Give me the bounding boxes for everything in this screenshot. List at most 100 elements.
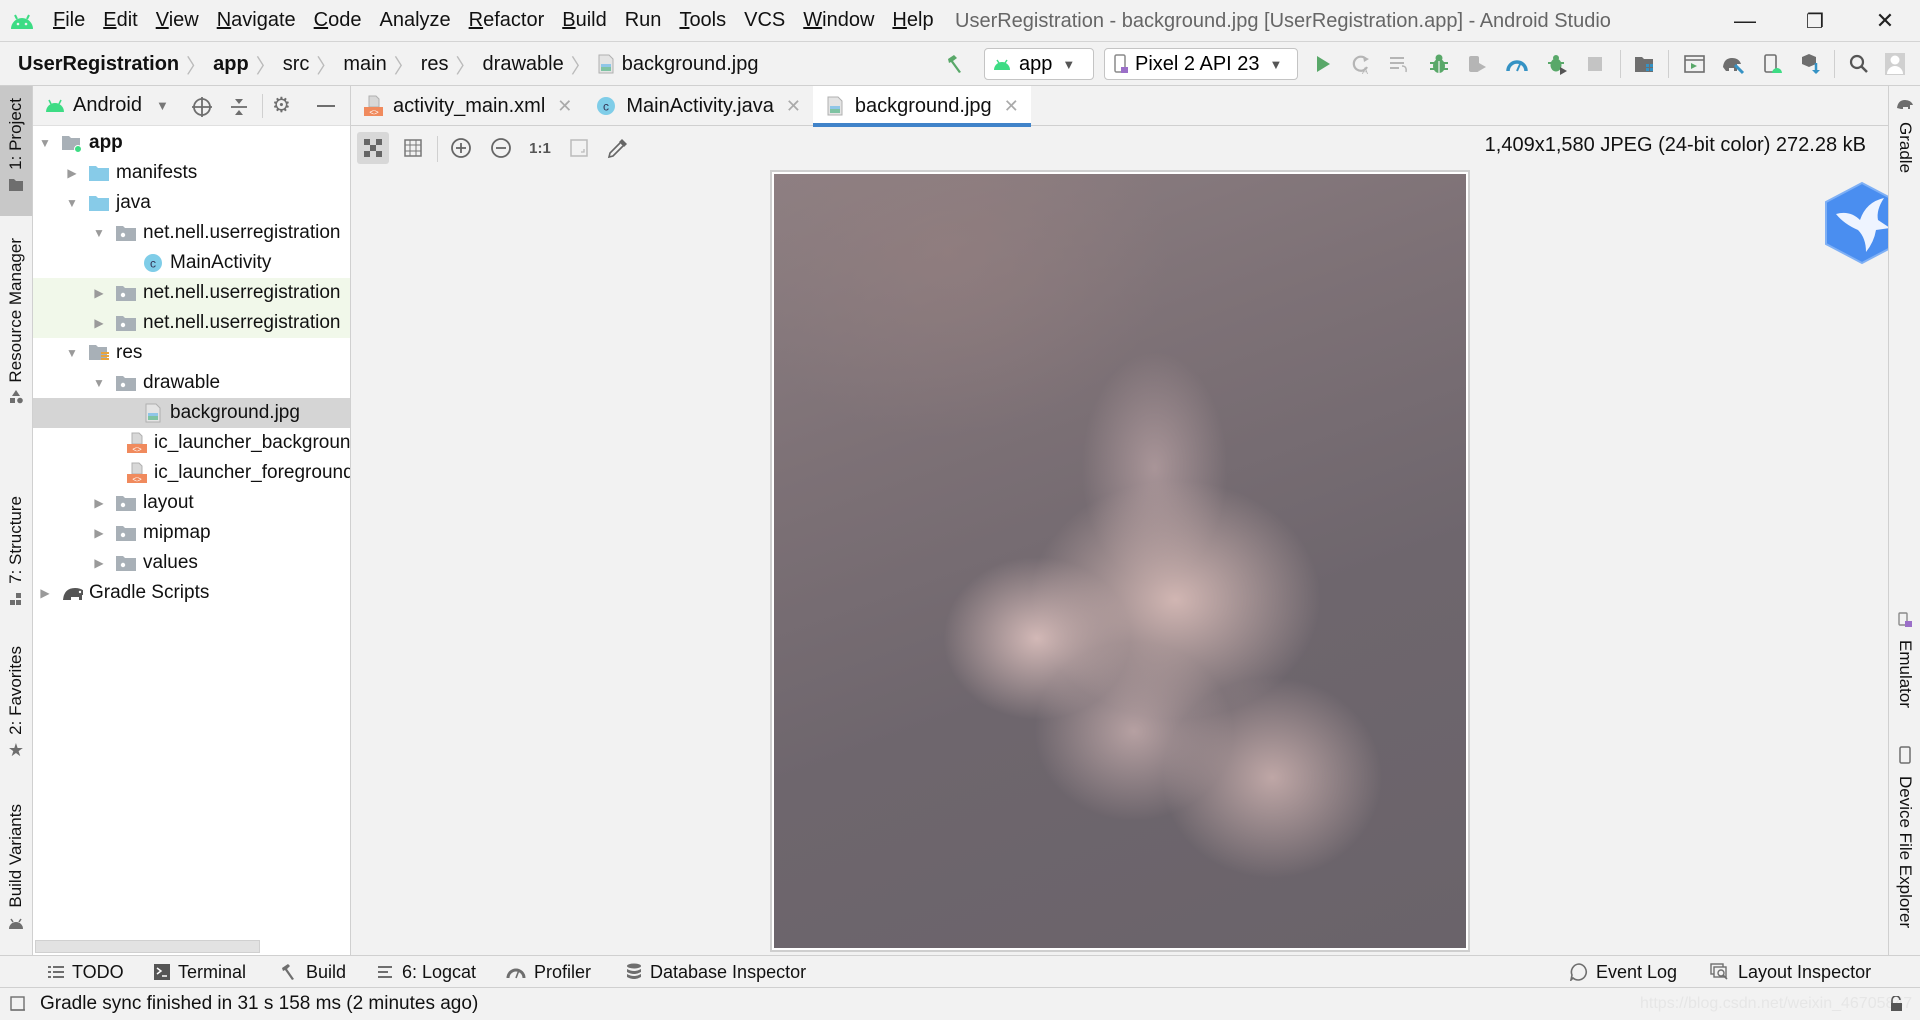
emulator-tool-tab[interactable]: Emulator: [1889, 612, 1920, 712]
make-project-hammer-icon[interactable]: [942, 51, 968, 77]
profile-icon[interactable]: [1504, 51, 1530, 77]
tree-item[interactable]: ▼ res: [33, 338, 350, 368]
user-avatar-icon[interactable]: [1882, 51, 1908, 77]
resource-download-icon[interactable]: [1798, 51, 1824, 77]
menu-build[interactable]: Build: [553, 9, 615, 32]
expand-arrow-down-icon[interactable]: ▼: [91, 376, 107, 390]
todo-tool-button[interactable]: TODO: [48, 956, 124, 988]
editor-tab[interactable]: <> activity_main.xml ✕: [351, 86, 584, 126]
expand-arrow-right-icon[interactable]: ▶: [91, 526, 107, 540]
avd-manager-icon[interactable]: [1682, 51, 1708, 77]
tree-item[interactable]: ▶ mipmap: [33, 518, 350, 548]
sdk-manager-icon[interactable]: [1760, 51, 1786, 77]
chevron-down-icon[interactable]: ▼: [156, 98, 169, 113]
editor-tab[interactable]: c MainActivity.java ✕: [584, 86, 813, 126]
close-tab-icon[interactable]: ✕: [786, 96, 801, 117]
device-dropdown[interactable]: Pixel 2 API 23 ▼: [1104, 48, 1298, 80]
grid-icon[interactable]: [397, 132, 429, 164]
favorites-tool-tab[interactable]: 2: Favorites ★: [0, 646, 32, 766]
tree-item[interactable]: ▶ manifests: [33, 158, 350, 188]
breadcrumb-src[interactable]: src: [283, 53, 310, 76]
tree-item[interactable]: ▼ app: [33, 128, 350, 158]
collapse-all-icon[interactable]: [229, 96, 249, 124]
terminal-tool-button[interactable]: Terminal: [154, 956, 246, 988]
layout-inspector-tool-button[interactable]: Layout Inspector: [1710, 956, 1871, 988]
menu-help[interactable]: Help: [883, 9, 942, 32]
breadcrumb-file[interactable]: background.jpg: [622, 53, 759, 76]
build-variants-tool-tab[interactable]: Build Variants: [0, 804, 32, 954]
tree-item[interactable]: ▶ Gradle Scripts: [33, 578, 350, 608]
lock-icon[interactable]: [1888, 995, 1904, 1018]
breadcrumb-res[interactable]: res: [421, 53, 449, 76]
project-tool-tab[interactable]: 1: Project: [0, 86, 32, 216]
fit-zoom-icon[interactable]: [563, 132, 595, 164]
tree-item[interactable]: ▶ layout: [33, 488, 350, 518]
profiler-tool-button[interactable]: Profiler: [506, 956, 591, 988]
tree-item[interactable]: ▼ java: [33, 188, 350, 218]
apply-code-changes-icon[interactable]: [1386, 51, 1412, 77]
color-picker-icon[interactable]: [602, 132, 634, 164]
gradle-tool-tab[interactable]: Gradle: [1889, 94, 1920, 194]
run-icon[interactable]: [1310, 51, 1336, 77]
stop-icon[interactable]: [1582, 51, 1608, 77]
menu-refactor[interactable]: Refactor: [460, 9, 554, 32]
menu-tools[interactable]: Tools: [670, 9, 735, 32]
breadcrumb-drawable[interactable]: drawable: [483, 53, 564, 76]
breadcrumb-module[interactable]: app: [213, 53, 249, 76]
expand-arrow-right-icon[interactable]: ▶: [91, 496, 107, 510]
device-file-explorer-tool-tab[interactable]: Device File Explorer: [1889, 746, 1920, 946]
debug-icon[interactable]: [1426, 51, 1452, 77]
expand-arrow-right-icon[interactable]: ▶: [91, 286, 107, 300]
menu-view[interactable]: View: [147, 9, 208, 32]
locate-file-icon[interactable]: [191, 96, 213, 124]
tree-item[interactable]: <> ic_launcher_foreground.xml: [33, 458, 350, 488]
database-inspector-tool-button[interactable]: Database Inspector: [626, 956, 806, 988]
expand-arrow-right-icon[interactable]: ▶: [37, 586, 53, 600]
toggle-tool-windows-icon[interactable]: [10, 996, 26, 1018]
image-preview[interactable]: [774, 174, 1466, 948]
zoom-out-icon[interactable]: [485, 132, 517, 164]
close-window-button[interactable]: ✕: [1850, 0, 1920, 42]
expand-arrow-down-icon[interactable]: ▼: [91, 226, 107, 240]
zoom-in-icon[interactable]: [445, 132, 477, 164]
project-structure-icon[interactable]: [1632, 51, 1658, 77]
editor-tab[interactable]: background.jpg ✕: [812, 86, 1031, 127]
expand-arrow-right-icon[interactable]: ▶: [91, 316, 107, 330]
search-icon[interactable]: [1846, 51, 1872, 77]
tree-item[interactable]: c MainActivity: [33, 248, 350, 278]
chessboard-background-icon[interactable]: [357, 132, 389, 164]
breadcrumb-main[interactable]: main: [343, 53, 386, 76]
hide-panel-icon[interactable]: [317, 105, 335, 107]
menu-file[interactable]: File: [44, 9, 94, 32]
attach-debugger-icon[interactable]: [1464, 51, 1490, 77]
minimize-button[interactable]: —: [1710, 0, 1780, 42]
menu-run[interactable]: Run: [616, 9, 671, 32]
apply-changes-restart-icon[interactable]: A: [1348, 51, 1374, 77]
expand-arrow-down-icon[interactable]: ▼: [37, 136, 53, 150]
expand-arrow-right-icon[interactable]: ▶: [91, 556, 107, 570]
expand-arrow-right-icon[interactable]: ▶: [64, 166, 80, 180]
tree-item[interactable]: ▶ net.nell.userregistration: [33, 278, 350, 308]
menu-navigate[interactable]: Navigate: [208, 9, 305, 32]
menu-edit[interactable]: Edit: [94, 9, 146, 32]
tree-item[interactable]: ▶ net.nell.userregistration: [33, 308, 350, 338]
sync-gradle-icon[interactable]: [1720, 51, 1746, 77]
tree-item[interactable]: ▼ net.nell.userregistration: [33, 218, 350, 248]
menu-vcs[interactable]: VCS: [735, 9, 794, 32]
expand-arrow-down-icon[interactable]: ▼: [64, 346, 80, 360]
tree-item[interactable]: background.jpg: [33, 398, 350, 428]
tree-item[interactable]: ▶ values: [33, 548, 350, 578]
tree-item[interactable]: <> ic_launcher_background.xml: [33, 428, 350, 458]
menu-code[interactable]: Code: [305, 9, 371, 32]
breadcrumb-project[interactable]: UserRegistration: [18, 53, 179, 76]
close-tab-icon[interactable]: ✕: [557, 96, 572, 117]
resource-manager-tool-tab[interactable]: Resource Manager: [0, 238, 32, 418]
logcat-tool-button[interactable]: 6: Logcat: [378, 956, 476, 988]
build-tool-button[interactable]: Build: [280, 956, 346, 988]
actual-size-button[interactable]: 1:1: [524, 132, 556, 164]
close-tab-icon[interactable]: ✕: [1004, 96, 1019, 117]
run-configuration-dropdown[interactable]: app ▼: [984, 48, 1094, 80]
event-log-tool-button[interactable]: Event Log: [1570, 956, 1677, 988]
expand-arrow-down-icon[interactable]: ▼: [64, 196, 80, 210]
gear-icon[interactable]: ⚙: [272, 95, 291, 116]
